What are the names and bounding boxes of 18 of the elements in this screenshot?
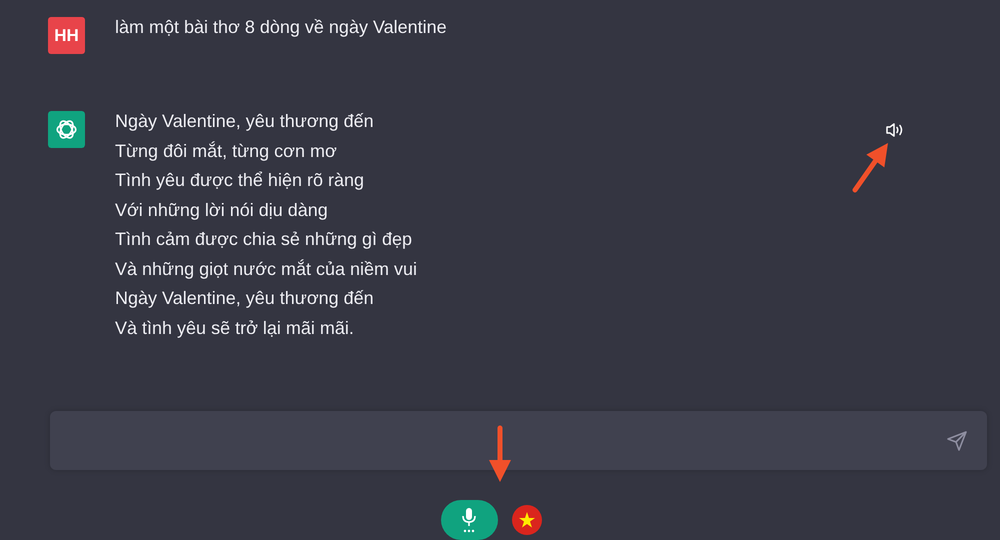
poem-line: Tình yêu được thể hiện rõ ràng [115,169,364,192]
microphone-icon [460,506,478,534]
poem-line: Và những giọt nước mắt của niềm vui [115,258,418,281]
poem-line: Tình cảm được chia sẻ những gì đẹp [115,228,412,251]
poem-line: Với những lời nói dịu dàng [115,198,328,222]
poem-line: Ngày Valentine, yêu thương đến [115,287,374,310]
speaker-icon[interactable] [885,122,905,138]
assistant-logo-icon [48,111,85,148]
poem-line: Và tình yêu sẽ trở lại mãi mãi. [115,316,354,340]
poem-line: Ngày Valentine, yêu thương đến [115,110,374,133]
poem-line: Từng đôi mắt, từng cơn mơ [115,140,337,163]
vietnam-flag-icon[interactable] [512,505,542,535]
prompt-text: làm một bài thơ 8 dòng về ngày Valentine [115,16,447,39]
send-icon[interactable] [945,428,969,452]
user-avatar: HH [48,17,85,54]
message-input[interactable] [50,411,987,470]
annotation-arrow [852,140,891,193]
microphone-button[interactable] [440,500,498,540]
